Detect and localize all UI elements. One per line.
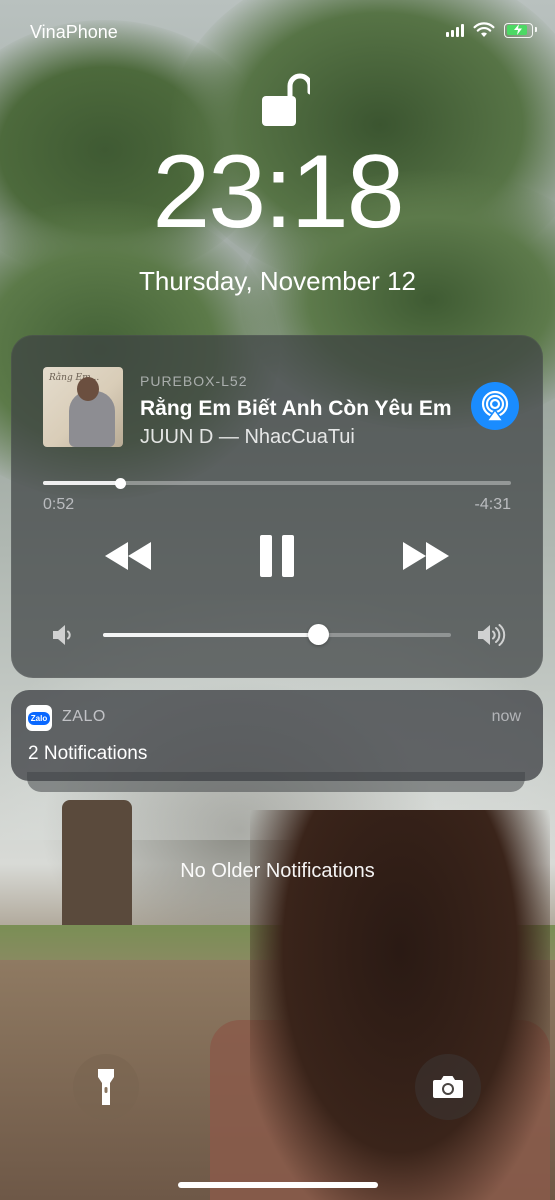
playback-progress-bar[interactable] bbox=[43, 477, 511, 489]
zalo-notification-group[interactable]: Zalo ZALO now 2 Notifications bbox=[11, 690, 543, 781]
zalo-app-icon: Zalo bbox=[26, 705, 52, 731]
pause-icon bbox=[260, 535, 294, 577]
remaining-time: -4:31 bbox=[474, 496, 511, 513]
rewind-button[interactable] bbox=[103, 538, 153, 574]
fast-forward-button[interactable] bbox=[401, 538, 451, 574]
volume-low-icon bbox=[53, 625, 71, 645]
carrier-name: VinaPhone bbox=[30, 22, 118, 42]
battery-icon bbox=[504, 22, 537, 38]
camera-button[interactable] bbox=[415, 1054, 481, 1120]
home-indicator[interactable] bbox=[178, 1182, 378, 1188]
lock-screen-date: Thursday, November 12 bbox=[139, 266, 416, 296]
output-device-name: PUREBOX-L52 bbox=[140, 373, 248, 389]
notification-app-name: ZALO bbox=[62, 708, 106, 725]
airplay-icon bbox=[481, 390, 509, 422]
notification-time: now bbox=[491, 708, 521, 725]
notification-body: 2 Notifications bbox=[28, 743, 148, 764]
now-playing-card: Rằng Em... PUREBOX-L52 Rằng Em Biết Anh … bbox=[11, 335, 543, 678]
playback-progress-fill bbox=[43, 481, 121, 485]
rewind-icon bbox=[105, 542, 151, 570]
status-icons bbox=[446, 22, 537, 38]
unlocked-padlock-icon bbox=[262, 73, 310, 126]
volume-slider[interactable] bbox=[103, 624, 451, 645]
album-art[interactable]: Rằng Em... bbox=[43, 367, 123, 447]
fast-forward-icon bbox=[403, 542, 449, 570]
flashlight-icon bbox=[98, 1069, 114, 1105]
no-older-notifications-label: No Older Notifications bbox=[180, 860, 375, 882]
elapsed-time: 0:52 bbox=[43, 496, 75, 513]
pause-button[interactable] bbox=[256, 533, 298, 579]
camera-icon bbox=[433, 1076, 463, 1098]
volume-knob[interactable] bbox=[308, 624, 330, 645]
airplay-button[interactable] bbox=[471, 382, 519, 430]
song-artist: JUUN D — NhacCuaTui bbox=[140, 426, 355, 448]
wifi-icon bbox=[473, 22, 495, 37]
playback-scrubber[interactable] bbox=[114, 477, 126, 489]
flashlight-button[interactable] bbox=[73, 1054, 139, 1120]
cellular-signal-icon bbox=[446, 23, 464, 37]
volume-high-icon bbox=[478, 624, 506, 646]
volume-fill bbox=[103, 633, 319, 637]
song-title: Rằng Em Biết Anh Còn Yêu Em bbox=[140, 397, 452, 420]
lock-screen-time: 23:18 bbox=[152, 134, 404, 250]
